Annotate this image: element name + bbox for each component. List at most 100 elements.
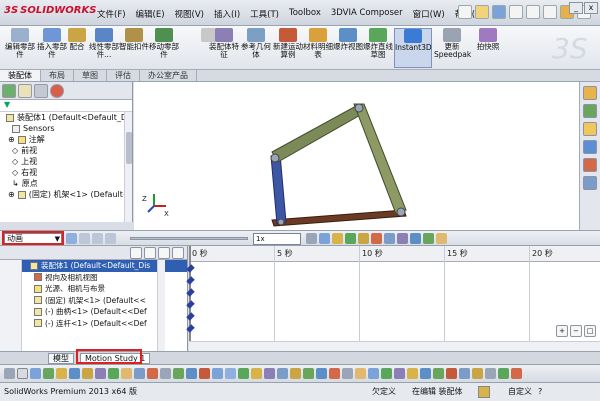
feature-tree-scrollbar[interactable] <box>124 112 132 222</box>
offset-icon[interactable] <box>121 368 132 379</box>
file-explorer-icon[interactable] <box>583 122 597 136</box>
text-icon[interactable] <box>264 368 275 379</box>
filter-driving-icon[interactable] <box>144 247 156 259</box>
edit-component-button[interactable]: 编辑零部件 <box>4 28 36 68</box>
motion-timeline[interactable]: 0 秒 5 秒 10 秒 15 秒 20 秒 + − □ <box>186 246 600 351</box>
appearances-icon[interactable] <box>583 158 597 172</box>
expand-icon[interactable]: ⊕ <box>8 189 15 200</box>
study-properties-icon[interactable] <box>436 233 447 244</box>
tree-item-origin[interactable]: ↳ 原点 <box>0 178 132 189</box>
save-icon[interactable] <box>492 5 506 19</box>
design-library-icon[interactable] <box>583 104 597 118</box>
calculate-icon[interactable] <box>66 233 77 244</box>
minimize-icon[interactable]: _ <box>569 2 583 14</box>
add-key-icon[interactable] <box>358 233 369 244</box>
smart-dimension-icon[interactable] <box>30 368 41 379</box>
circular-pattern-icon[interactable] <box>316 368 327 379</box>
expand-icon[interactable]: ⊕ <box>8 134 15 145</box>
tab-office-products[interactable]: 办公室产品 <box>140 70 197 81</box>
menu-tools[interactable]: 工具(T) <box>245 8 284 20</box>
tree-item-top-plane[interactable]: ◇ 上视 <box>0 156 132 167</box>
line-icon[interactable] <box>4 368 15 379</box>
relations-icon[interactable] <box>160 368 171 379</box>
menu-3dvia[interactable]: 3DVIA Composer <box>326 8 408 20</box>
new-document-icon[interactable] <box>458 5 472 19</box>
property-manager-tab-icon[interactable] <box>18 84 32 98</box>
extend-icon[interactable] <box>290 368 301 379</box>
trim-icon[interactable] <box>108 368 119 379</box>
close-icon[interactable]: x <box>584 2 598 14</box>
instant3d-button[interactable]: Instant3D <box>394 28 432 68</box>
select-arrow-icon[interactable] <box>543 5 557 19</box>
assembly-features-button[interactable]: 装配体特征 <box>208 28 240 68</box>
animation-wizard-icon[interactable] <box>332 233 343 244</box>
new-motion-study-button[interactable]: 新建运动算例 <box>272 28 304 68</box>
copy-icon[interactable] <box>498 368 509 379</box>
tree-item-assembly[interactable]: 装配体1 (Default<Default_D <box>0 112 132 123</box>
picture-icon[interactable] <box>407 368 418 379</box>
custom-properties-icon[interactable] <box>583 176 597 190</box>
exploded-view-button[interactable]: 爆炸视图 <box>332 28 364 68</box>
smart-fasteners-button[interactable]: 智能扣件 <box>118 28 150 68</box>
explode-line-sketch-button[interactable]: 爆炸直线草图 <box>362 28 394 68</box>
timeline-horizontal-scrollbar[interactable] <box>189 341 600 351</box>
update-speedpak-button[interactable]: 更新Speedpak <box>434 28 471 68</box>
rectangle-icon[interactable] <box>43 368 54 379</box>
playback-mode-icon[interactable] <box>306 233 317 244</box>
four-bar-linkage-model[interactable] <box>134 82 579 230</box>
frame-link[interactable] <box>271 209 407 227</box>
resources-icon[interactable] <box>583 86 597 100</box>
play-icon[interactable] <box>92 233 103 244</box>
slot-icon[interactable] <box>238 368 249 379</box>
layout-icon[interactable] <box>420 368 431 379</box>
construction-icon[interactable] <box>355 368 366 379</box>
block-icon[interactable] <box>394 368 405 379</box>
autokey-icon[interactable] <box>345 233 356 244</box>
zoom-out-icon[interactable]: − <box>570 325 582 337</box>
scale-icon[interactable] <box>472 368 483 379</box>
tab-evaluate[interactable]: 评估 <box>107 70 140 81</box>
tab-assembly[interactable]: 装配体 <box>0 70 41 81</box>
filter-results-icon[interactable] <box>172 247 184 259</box>
scrollbar-thumb[interactable] <box>126 132 132 164</box>
quick-snaps-icon[interactable] <box>186 368 197 379</box>
move-entity-icon[interactable] <box>147 368 158 379</box>
undo-icon[interactable] <box>526 5 540 19</box>
convert-entities-icon[interactable] <box>277 368 288 379</box>
zoom-in-icon[interactable]: + <box>556 325 568 337</box>
linear-pattern-icon[interactable] <box>303 368 314 379</box>
print-icon[interactable] <box>509 5 523 19</box>
crank-link[interactable] <box>270 153 287 225</box>
play-from-start-icon[interactable] <box>79 233 90 244</box>
menu-file[interactable]: 文件(F) <box>92 8 131 20</box>
menu-edit[interactable]: 编辑(E) <box>131 8 170 20</box>
feature-filter[interactable]: ▼ <box>0 100 132 112</box>
point-icon[interactable] <box>199 368 210 379</box>
polygon-icon[interactable] <box>225 368 236 379</box>
configuration-tab-icon[interactable] <box>34 84 48 98</box>
tab-model[interactable]: 模型 <box>48 353 74 364</box>
spring-icon[interactable] <box>384 233 395 244</box>
centerline-icon[interactable] <box>212 368 223 379</box>
stop-icon[interactable] <box>105 233 116 244</box>
motor-icon[interactable] <box>371 233 382 244</box>
mate-button[interactable]: 配合 <box>64 28 90 68</box>
tab-sketch[interactable]: 草图 <box>74 70 107 81</box>
spline-icon[interactable] <box>82 368 93 379</box>
playback-slider[interactable] <box>130 237 248 240</box>
sketch-chamfer-icon[interactable] <box>446 368 457 379</box>
results-icon[interactable] <box>423 233 434 244</box>
solidworks-logo[interactable]: 3S SOLIDWORKS <box>4 5 96 16</box>
save-animation-icon[interactable] <box>319 233 330 244</box>
zoom-to-fit-icon[interactable]: □ <box>584 325 596 337</box>
tree-item-right-plane[interactable]: ◇ 右视 <box>0 167 132 178</box>
sketch-fillet-icon[interactable] <box>433 368 444 379</box>
split-icon[interactable] <box>342 368 353 379</box>
rotate-icon[interactable] <box>485 368 496 379</box>
filter-animated-icon[interactable] <box>130 247 142 259</box>
menu-window[interactable]: 窗口(W) <box>408 8 450 20</box>
move-component-button[interactable]: 移动零部件 <box>148 28 180 68</box>
rocker-link[interactable] <box>353 103 407 215</box>
linear-pattern-button[interactable]: 线性零部件... <box>88 28 120 68</box>
repair-sketch-icon[interactable] <box>173 368 184 379</box>
